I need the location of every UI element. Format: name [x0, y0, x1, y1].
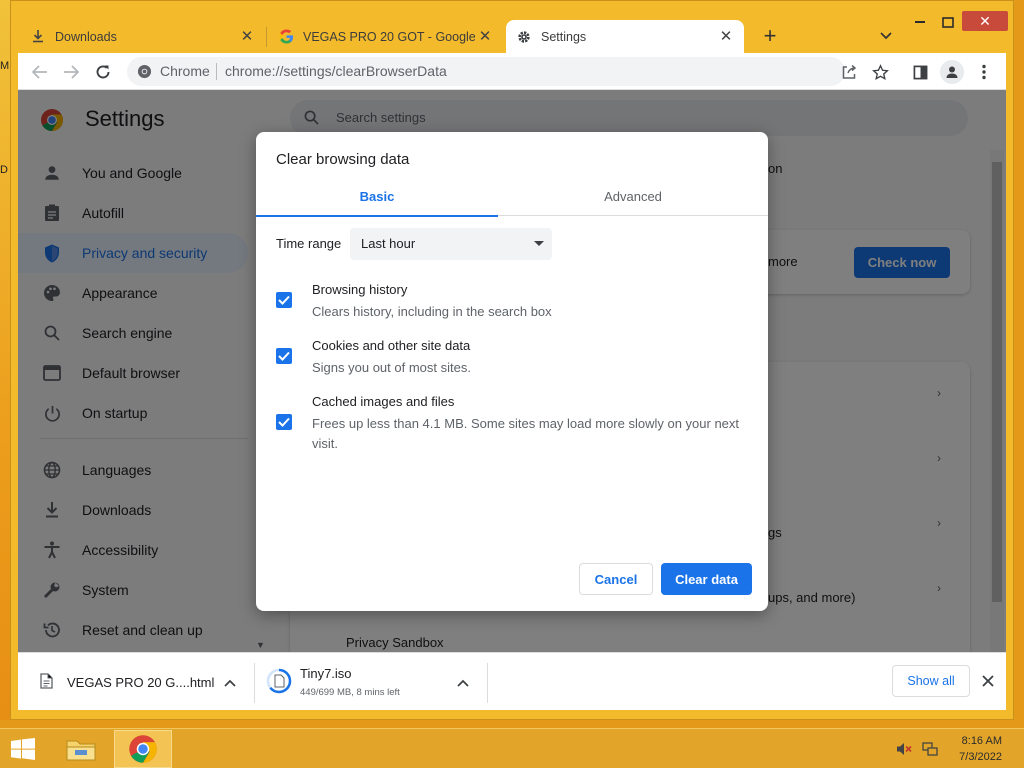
forward-button[interactable] [60, 61, 82, 83]
file-icon [40, 673, 53, 694]
taskbar: 8:16 AM 7/3/2022 [0, 728, 1024, 768]
chevron-up-icon[interactable] [222, 675, 238, 691]
desktop-icon-label: D [0, 164, 8, 176]
profile-avatar-icon[interactable] [940, 60, 964, 84]
omnibox-divider [216, 63, 217, 80]
tab-strip: Downloads ✕ VEGAS PRO 20 GOT - Google Se… [10, 17, 994, 53]
bookmark-star-icon[interactable] [869, 61, 891, 83]
option-title: Cached images and files [312, 394, 455, 409]
download-divider [487, 663, 488, 703]
chevron-up-icon[interactable] [455, 675, 471, 691]
download-item[interactable]: Tiny7.iso 449/699 MB, 8 mins left [255, 653, 487, 711]
checkmark-icon [278, 417, 290, 427]
tab-search-chevron-icon[interactable] [876, 26, 896, 46]
browser-toolbar: Chrome chrome://settings/clearBrowserDat… [18, 53, 1006, 90]
dropdown-caret-icon [534, 241, 544, 246]
browsing-history-checkbox[interactable] [276, 292, 292, 308]
new-tab-button[interactable]: + [758, 25, 782, 47]
close-tab-icon[interactable]: ✕ [718, 28, 734, 45]
download-filename: VEGAS PRO 20 G....html [67, 675, 215, 690]
clock-time: 8:16 AM [961, 735, 1002, 747]
desktop-icon-label: M [0, 60, 10, 72]
volume-muted-icon[interactable] [894, 730, 914, 768]
clock-date: 7/3/2022 [959, 751, 1002, 763]
clear-browsing-data-dialog: Clear browsing data Basic Advanced Time … [256, 132, 768, 611]
tab-label: VEGAS PRO 20 GOT - Google Se [303, 29, 475, 44]
cookies-checkbox[interactable] [276, 348, 292, 364]
option-description: Signs you out of most sites. [312, 360, 471, 375]
dialog-tabs: Basic Advanced [256, 176, 768, 217]
menu-kebab-icon[interactable] [973, 61, 995, 83]
option-title: Browsing history [312, 282, 408, 297]
time-range-label: Time range [276, 236, 342, 251]
tab-advanced[interactable]: Advanced [512, 176, 754, 216]
dialog-title: Clear browsing data [276, 151, 410, 168]
site-chip-label: Chrome [160, 63, 210, 79]
cancel-button[interactable]: Cancel [579, 563, 653, 595]
chrome-icon [137, 64, 152, 78]
share-icon[interactable] [838, 61, 860, 83]
file-glyph [274, 674, 285, 688]
reload-button[interactable] [92, 61, 114, 83]
clear-data-button[interactable]: Clear data [661, 563, 752, 595]
show-all-button[interactable]: Show all [892, 665, 970, 697]
back-button[interactable] [29, 61, 51, 83]
cached-images-checkbox[interactable] [276, 414, 292, 430]
url-text[interactable]: chrome://settings/clearBrowserData [225, 63, 447, 79]
download-item[interactable]: VEGAS PRO 20 G....html [18, 653, 254, 711]
google-icon [278, 29, 294, 45]
gear-icon [516, 29, 532, 45]
close-download-bar-icon[interactable] [978, 671, 998, 691]
time-range-value: Last hour [361, 236, 416, 251]
network-icon[interactable] [920, 730, 940, 768]
windows-logo-icon [11, 738, 35, 760]
close-window-button[interactable]: ✕ [962, 11, 1008, 31]
site-chip[interactable]: Chrome [137, 63, 210, 79]
option-description: Frees up less than 4.1 MB. Some sites ma… [312, 416, 740, 451]
time-range-select[interactable]: Last hour [350, 228, 552, 260]
tab-label: Settings [541, 29, 587, 44]
tab-downloads[interactable]: Downloads ✕ [20, 20, 265, 53]
checkmark-icon [278, 351, 290, 361]
download-filename: Tiny7.iso [300, 666, 352, 681]
download-progress-ring-icon [265, 667, 293, 700]
option-title: Cookies and other site data [312, 338, 471, 353]
checkmark-icon [278, 295, 290, 305]
tab-google-search[interactable]: VEGAS PRO 20 GOT - Google Se ✕ [268, 20, 503, 53]
tab-divider [266, 27, 267, 47]
minimize-button[interactable] [906, 12, 934, 32]
tab-basic[interactable]: Basic [256, 176, 498, 217]
maximize-button[interactable] [934, 12, 962, 32]
download-icon [30, 29, 46, 45]
close-tab-icon[interactable]: ✕ [239, 28, 255, 45]
file-explorer-icon[interactable] [58, 730, 104, 768]
system-clock[interactable]: 8:16 AM 7/3/2022 [959, 733, 1002, 765]
address-bar[interactable]: Chrome chrome://settings/clearBrowserDat… [127, 57, 845, 86]
start-button[interactable] [6, 730, 40, 768]
download-status: 449/699 MB, 8 mins left [300, 687, 400, 698]
download-bar: VEGAS PRO 20 G....html Tiny7.iso 449/699… [18, 652, 1006, 710]
side-panel-icon[interactable] [909, 61, 931, 83]
option-description: Clears history, including in the search … [312, 304, 552, 319]
chrome-taskbar-icon[interactable] [114, 730, 172, 768]
tab-label: Downloads [55, 29, 117, 44]
tab-settings[interactable]: Settings ✕ [506, 20, 744, 53]
close-tab-icon[interactable]: ✕ [477, 28, 493, 45]
